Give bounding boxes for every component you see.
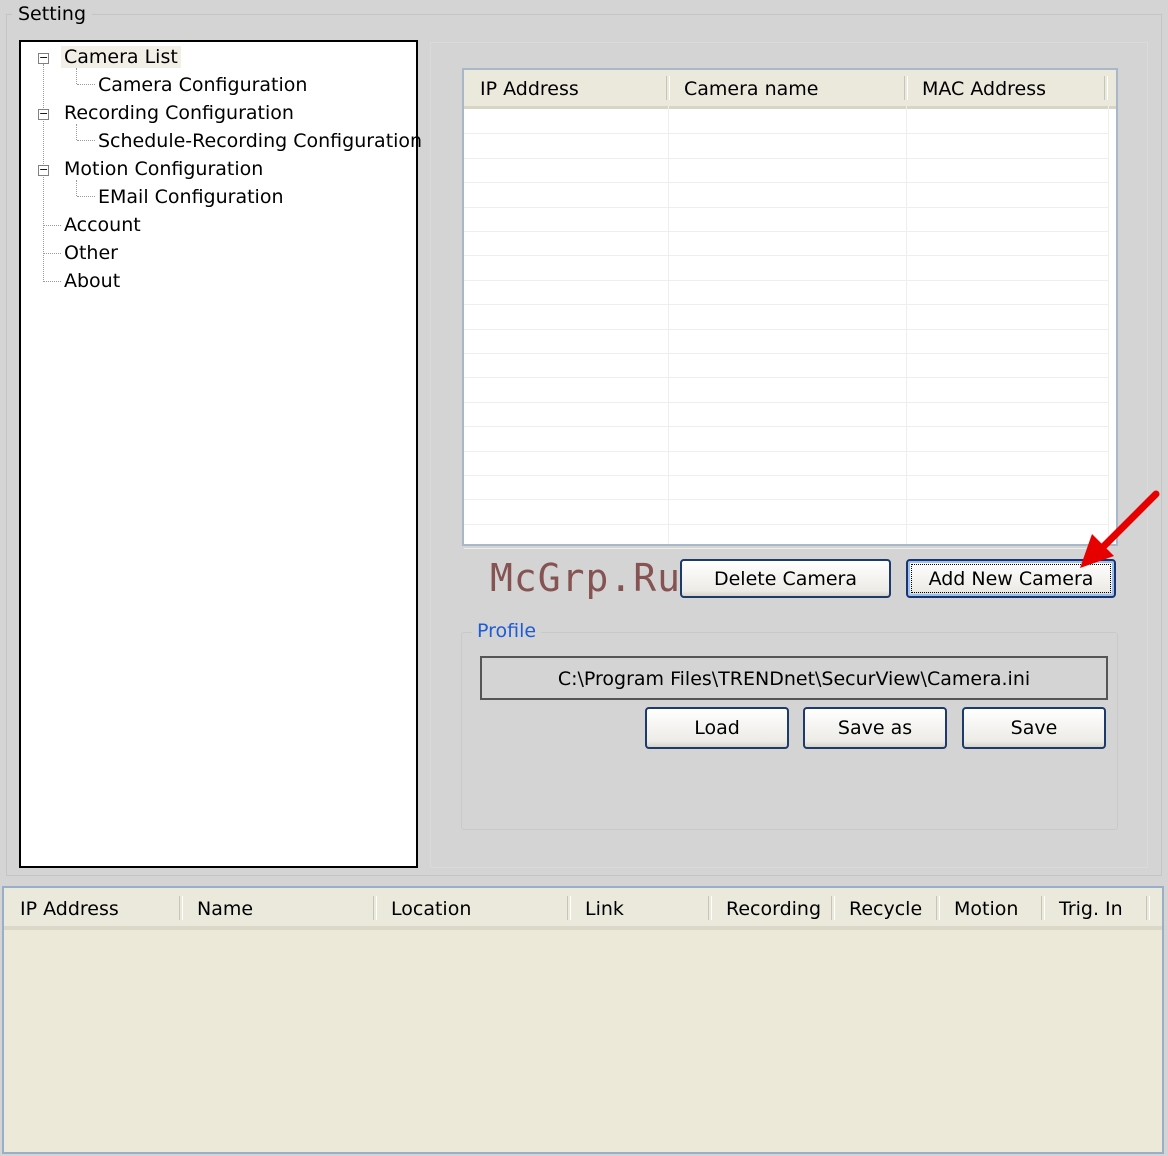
tree-item-schedule-recording-configuration[interactable]: Schedule-Recording Configuration xyxy=(95,128,425,154)
grid-row-line xyxy=(464,206,1108,208)
save-as-button[interactable]: Save as xyxy=(803,707,947,749)
grid-row-line xyxy=(464,377,1108,379)
column-header-recycle[interactable]: Recycle xyxy=(833,888,937,926)
grid-row-line xyxy=(464,548,1108,550)
tree-item-email-configuration[interactable]: EMail Configuration xyxy=(95,184,287,210)
tree-guide-line xyxy=(76,180,77,196)
tree-guide-line xyxy=(43,281,61,282)
tree-item-label: About xyxy=(64,270,121,292)
column-header-ip-address[interactable]: IP Address xyxy=(464,70,668,106)
grid-row-line xyxy=(464,133,1108,135)
tree-item-camera-list[interactable]: Camera List xyxy=(61,44,181,70)
tree-guide-line xyxy=(77,196,95,197)
grid-row-line xyxy=(464,255,1108,257)
tree-item-label: Other xyxy=(64,242,118,264)
tree-item-label: Account xyxy=(64,214,141,236)
column-header-link[interactable]: Link xyxy=(569,888,709,926)
camera-table-header: IP Address Camera name MAC Address xyxy=(464,70,1116,109)
column-header-camera-name[interactable]: Camera name xyxy=(668,70,906,106)
column-header-recording[interactable]: Recording xyxy=(710,888,832,926)
settings-tree[interactable]: − Camera List Camera Configuration − Rec… xyxy=(19,40,422,868)
grid-row-line xyxy=(464,426,1108,428)
column-separator[interactable] xyxy=(1104,76,1108,100)
grid-column-line xyxy=(1108,106,1109,544)
collapse-icon[interactable]: − xyxy=(38,108,49,120)
grid-row-line xyxy=(464,157,1108,159)
collapse-icon[interactable]: − xyxy=(38,52,49,64)
grid-row-line xyxy=(464,304,1108,306)
grid-row-line xyxy=(464,523,1108,525)
tree-guide-line xyxy=(77,84,95,85)
grid-row-line xyxy=(464,328,1108,330)
tree-guide-line xyxy=(43,225,61,226)
column-header-ip-address[interactable]: IP Address xyxy=(4,888,180,926)
tree-item-label: Camera List xyxy=(61,46,181,68)
setting-title: Setting xyxy=(12,3,93,25)
column-header-mac-address[interactable]: MAC Address xyxy=(906,70,1106,106)
grid-row-line xyxy=(464,353,1108,354)
column-header-name[interactable]: Name xyxy=(181,888,374,926)
tree-item-other[interactable]: Other xyxy=(61,240,121,266)
watermark-text: McGrp.Ru xyxy=(490,556,682,600)
camera-table[interactable]: IP Address Camera name MAC Address xyxy=(462,68,1118,550)
save-button[interactable]: Save xyxy=(962,707,1106,749)
grid-row-line xyxy=(464,231,1108,232)
grid-column-line xyxy=(668,106,669,544)
grid-row-line xyxy=(464,182,1108,184)
grid-row-line xyxy=(464,401,1108,403)
tree-guide-line xyxy=(76,124,77,140)
column-separator[interactable] xyxy=(1146,896,1150,920)
tree-item-recording-configuration[interactable]: Recording Configuration xyxy=(61,100,297,126)
grid-row-line xyxy=(464,450,1108,452)
tree-item-label: Camera Configuration xyxy=(98,74,308,96)
profile-title: Profile xyxy=(472,620,542,642)
camera-status-list-header: IP Address Name Location Link Recording … xyxy=(4,888,1162,930)
camera-status-list[interactable]: IP Address Name Location Link Recording … xyxy=(2,886,1164,1154)
tree-item-label: Recording Configuration xyxy=(64,102,294,124)
grid-row-line xyxy=(464,499,1108,501)
tree-item-about[interactable]: About xyxy=(61,268,123,294)
tree-item-camera-configuration[interactable]: Camera Configuration xyxy=(95,72,310,98)
tree-item-label: EMail Configuration xyxy=(98,186,284,208)
tree-item-label: Motion Configuration xyxy=(64,158,264,180)
column-header-location[interactable]: Location xyxy=(375,888,568,926)
profile-path-field[interactable]: C:\Program Files\TRENDnet\SecurView\Came… xyxy=(480,656,1108,700)
tree-item-motion-configuration[interactable]: Motion Configuration xyxy=(61,156,266,182)
tree-item-account[interactable]: Account xyxy=(61,212,144,238)
delete-camera-button[interactable]: Delete Camera xyxy=(680,559,891,598)
load-button[interactable]: Load xyxy=(645,707,789,749)
tree-guide-line xyxy=(43,253,61,254)
grid-row-line xyxy=(464,279,1108,281)
column-header-trig-in[interactable]: Trig. In xyxy=(1043,888,1147,926)
collapse-icon[interactable]: − xyxy=(38,164,49,176)
grid-column-line xyxy=(906,106,907,544)
red-arrow-icon xyxy=(1080,490,1160,568)
tree-item-label: Schedule-Recording Configuration xyxy=(98,130,423,152)
grid-row-line xyxy=(464,475,1108,476)
tree-guide-line xyxy=(76,68,77,84)
tree-guide-line xyxy=(77,140,95,141)
column-header-motion[interactable]: Motion xyxy=(938,888,1042,926)
